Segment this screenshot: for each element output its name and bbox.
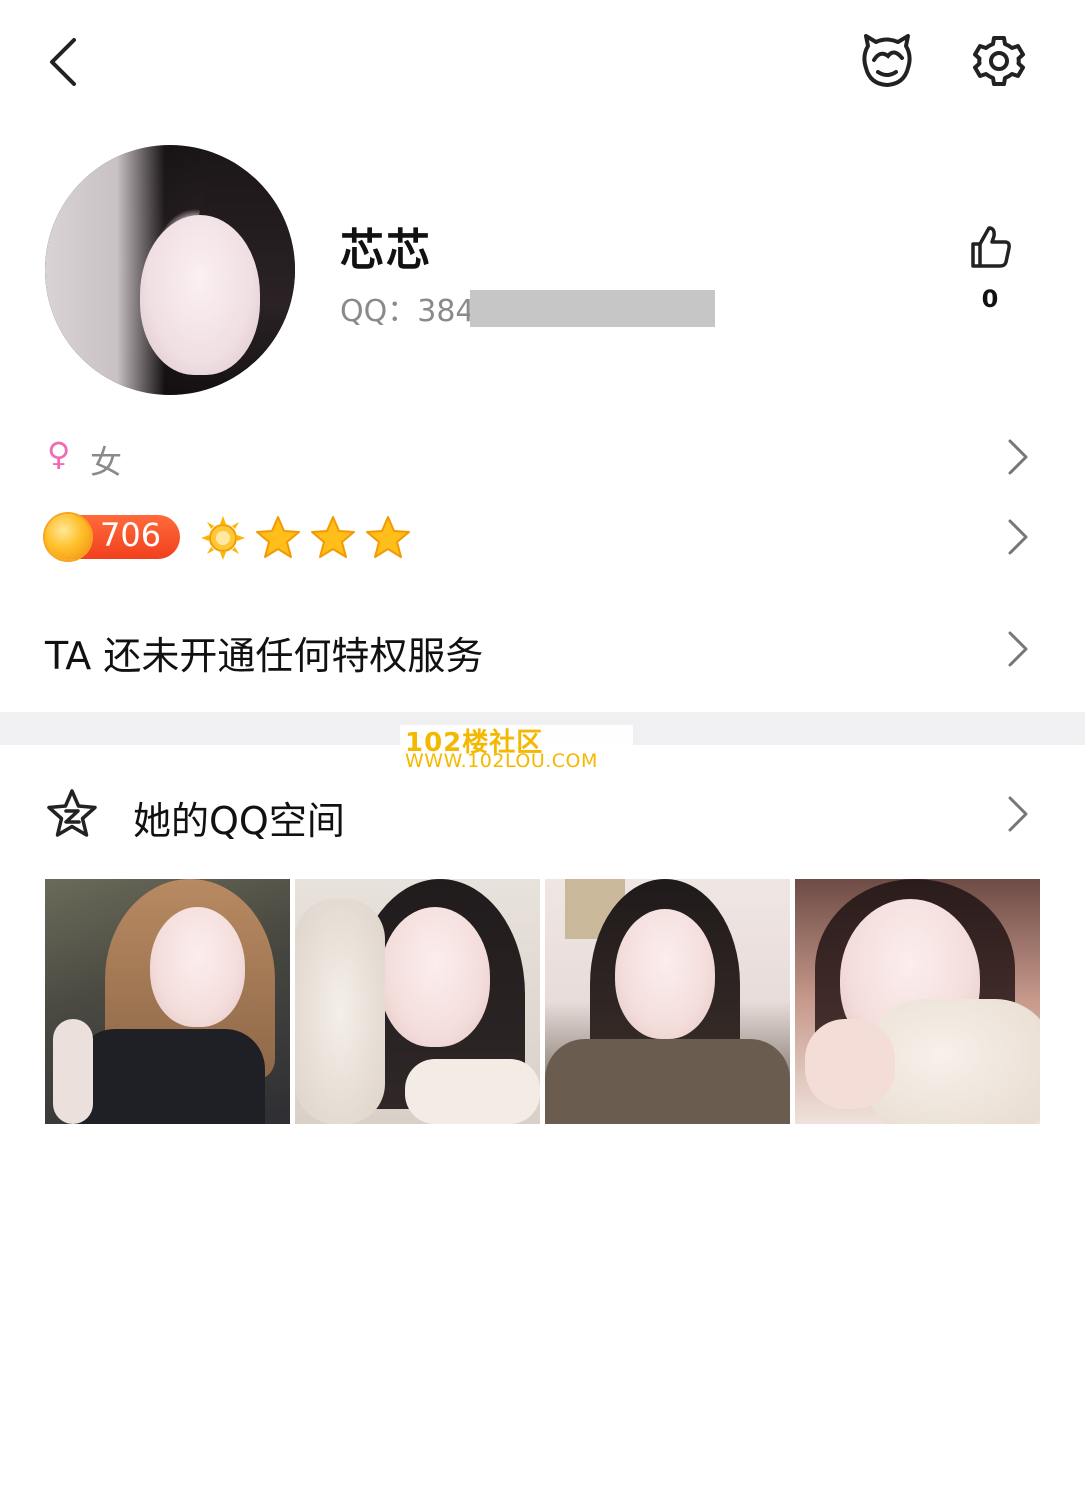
qzone-photo-3[interactable] [545,879,790,1124]
qzone-label: 她的QQ空间 [133,799,345,843]
avatar[interactable] [45,145,295,395]
star-icon [366,516,410,558]
chevron-right-icon [1006,517,1030,561]
chevron-right-icon [1006,629,1030,673]
chevron-left-icon [50,38,76,86]
privilege-text: TA 还未开通任何特权服务 [45,634,484,678]
chevron-right-icon [1006,437,1030,481]
penguin-outline-icon [862,34,912,87]
chevron-right-icon [1006,794,1030,838]
star-icon [311,516,355,558]
like-button[interactable] [965,222,1015,276]
star-icon [256,516,300,558]
qzone-photo-1[interactable] [45,879,290,1124]
like-count: 0 [981,285,999,313]
qzone-star-icon [47,789,97,837]
qzone-photo-4[interactable] [795,879,1040,1124]
thumbs-up-icon [971,226,1011,268]
settings-button[interactable] [972,34,1026,88]
level-value: 706 [100,516,162,554]
gear-icon [973,36,1025,86]
profile-name: 芯芯 [340,225,432,276]
gender-label: 女 [90,443,123,481]
qq-number-redaction [470,290,715,327]
back-button[interactable] [40,32,90,92]
coin-icon [45,514,91,560]
watermark-line-2: WWW.102LOU.COM [405,750,598,772]
mascot-button[interactable] [858,32,916,90]
gender-row[interactable]: ♀ [0,425,1085,490]
qzone-photo-2[interactable] [295,879,540,1124]
qq-number: QQ：384 [340,294,475,329]
sun-icon [201,516,245,560]
female-icon: ♀ [47,435,71,473]
